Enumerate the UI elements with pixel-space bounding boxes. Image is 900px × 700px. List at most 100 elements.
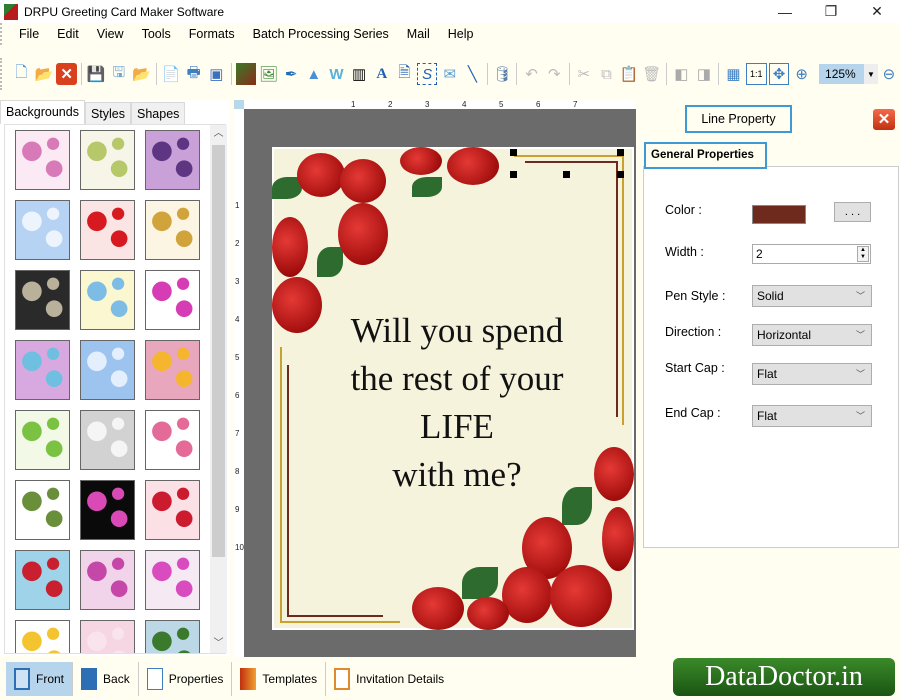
resize-handle[interactable] bbox=[510, 149, 517, 156]
background-thumbnail-white-heart[interactable] bbox=[80, 410, 135, 470]
cut-icon[interactable]: ✂ bbox=[573, 63, 594, 85]
background-thumbnail-dark-bokeh[interactable] bbox=[15, 270, 70, 330]
barcode-icon[interactable]: ▥ bbox=[349, 63, 370, 85]
thumbnail-scrollbar[interactable]: ︿ ﹀ bbox=[210, 125, 227, 653]
save-as-icon[interactable]: 🖫 bbox=[109, 63, 130, 85]
minimize-button[interactable]: — bbox=[762, 0, 808, 23]
menu-tools[interactable]: Tools bbox=[133, 23, 180, 45]
card-message[interactable]: Will you spend the rest of your LIFE wit… bbox=[272, 307, 642, 499]
menu-file[interactable]: File bbox=[10, 23, 48, 45]
close-icon[interactable]: ✕ bbox=[56, 63, 77, 85]
back-page-button[interactable]: Back bbox=[73, 662, 139, 696]
background-thumbnail-baby-pastel[interactable] bbox=[80, 130, 135, 190]
menu-mail[interactable]: Mail bbox=[398, 23, 439, 45]
zoom-dropdown-arrow[interactable]: ▼ bbox=[864, 64, 878, 84]
templates-button[interactable]: Templates bbox=[232, 662, 327, 696]
background-thumbnail-pink-bokeh[interactable] bbox=[80, 550, 135, 610]
tab-backgrounds[interactable]: Backgrounds bbox=[0, 100, 85, 124]
tab-styles[interactable]: Styles bbox=[84, 102, 132, 124]
zoom-out-icon[interactable]: ⊖ bbox=[879, 63, 900, 85]
resize-handle[interactable] bbox=[563, 171, 570, 178]
background-thumbnail-snowmen[interactable] bbox=[145, 620, 200, 653]
menu-formats[interactable]: Formats bbox=[180, 23, 244, 45]
background-thumbnail-plain-pink[interactable] bbox=[80, 620, 135, 653]
menu-edit[interactable]: Edit bbox=[48, 23, 88, 45]
background-icon[interactable] bbox=[235, 63, 257, 85]
direction-select[interactable]: Horizontal ﹀ bbox=[752, 324, 872, 346]
database-icon[interactable]: 🛢 bbox=[492, 63, 513, 85]
export-icon[interactable]: 📂 bbox=[131, 63, 152, 85]
background-thumbnail-green-trees[interactable] bbox=[15, 410, 70, 470]
color-picker-button[interactable]: . . . bbox=[834, 202, 871, 222]
paste-icon[interactable]: 📋 bbox=[619, 63, 640, 85]
zoom-level-select[interactable]: 125% bbox=[819, 64, 865, 84]
scroll-up-icon[interactable]: ︿ bbox=[210, 125, 227, 143]
print-preview-icon[interactable]: ▣ bbox=[206, 63, 227, 85]
properties-icon[interactable]: 📄 bbox=[161, 63, 182, 85]
background-thumbnail-cream-hearts[interactable] bbox=[80, 270, 135, 330]
tab-general-properties[interactable]: General Properties bbox=[644, 142, 767, 169]
selected-line[interactable] bbox=[525, 161, 618, 163]
properties-button[interactable]: Properties bbox=[139, 662, 233, 696]
menu-view[interactable]: View bbox=[88, 23, 133, 45]
word-art-icon[interactable]: 🗎 bbox=[394, 63, 415, 85]
save-icon[interactable]: 💾 bbox=[86, 63, 107, 85]
background-thumbnail-snowflakes[interactable] bbox=[80, 340, 135, 400]
background-thumbnail-strawberries[interactable] bbox=[80, 200, 135, 260]
signature-icon[interactable]: S bbox=[416, 63, 438, 85]
shapes-icon[interactable]: ▲ bbox=[304, 63, 325, 85]
restore-button[interactable]: ❐ bbox=[808, 0, 854, 23]
color-swatch[interactable] bbox=[752, 205, 806, 224]
redo-icon[interactable]: ↷ bbox=[544, 63, 565, 85]
width-stepper[interactable]: 2 ▲ ▼ bbox=[752, 244, 871, 264]
background-thumbnail-pink-lilies[interactable] bbox=[145, 550, 200, 610]
close-window-button[interactable]: ✕ bbox=[854, 0, 900, 23]
actual-size-icon[interactable]: 1:1 bbox=[745, 63, 767, 85]
copy-icon[interactable]: ⧉ bbox=[596, 63, 617, 85]
invitation-details-button[interactable]: Invitation Details bbox=[326, 662, 452, 696]
start-cap-select[interactable]: Flat ﹀ bbox=[752, 363, 872, 385]
line-icon[interactable]: ╲ bbox=[462, 63, 483, 85]
tab-shapes[interactable]: Shapes bbox=[131, 102, 186, 124]
grid-icon[interactable]: ▦ bbox=[723, 63, 744, 85]
close-properties-button[interactable]: ✕ bbox=[873, 109, 895, 130]
watermark-icon[interactable]: W bbox=[326, 63, 347, 85]
print-icon[interactable]: 🖶 bbox=[183, 63, 204, 85]
scrollbar-thumb[interactable] bbox=[212, 145, 225, 557]
menu-help[interactable]: Help bbox=[439, 23, 483, 45]
background-thumbnail-baby-pink[interactable] bbox=[15, 130, 70, 190]
background-thumbnail-hanging-ornaments[interactable] bbox=[15, 480, 70, 540]
background-thumbnail-clouds[interactable] bbox=[15, 200, 70, 260]
fit-icon[interactable]: ✥ bbox=[768, 63, 790, 85]
background-thumbnail-fireworks[interactable] bbox=[80, 480, 135, 540]
mail-icon[interactable]: ✉ bbox=[439, 63, 460, 85]
background-thumbnail-christmas[interactable] bbox=[15, 550, 70, 610]
front-page-button[interactable]: Front bbox=[6, 662, 74, 696]
resize-handle[interactable] bbox=[617, 149, 624, 156]
background-thumbnail-colorful-stars[interactable] bbox=[15, 620, 70, 653]
end-cap-select[interactable]: Flat ﹀ bbox=[752, 405, 872, 427]
background-thumbnail-flower-circles[interactable] bbox=[145, 340, 200, 400]
text-icon[interactable]: A bbox=[371, 63, 392, 85]
pen-icon[interactable]: ✒ bbox=[281, 63, 302, 85]
open-icon[interactable]: 📂 bbox=[34, 63, 55, 85]
background-thumbnail-red-hearts[interactable] bbox=[145, 480, 200, 540]
zoom-in-icon[interactable]: ⊕ bbox=[791, 63, 812, 85]
send-back-icon[interactable]: ◨ bbox=[694, 63, 715, 85]
background-thumbnail-kids-doodles[interactable] bbox=[145, 410, 200, 470]
new-icon[interactable]: 🗋 bbox=[11, 63, 32, 85]
resize-handle[interactable] bbox=[617, 171, 624, 178]
background-thumbnail-purple-floral[interactable] bbox=[145, 130, 200, 190]
background-thumbnail-pastel-flowers[interactable] bbox=[15, 340, 70, 400]
menu-batch-processing[interactable]: Batch Processing Series bbox=[244, 23, 398, 45]
image-icon[interactable]: 🖼 bbox=[258, 63, 279, 85]
scroll-down-icon[interactable]: ﹀ bbox=[210, 635, 227, 653]
greeting-card[interactable]: Will you spend the rest of your LIFE wit… bbox=[272, 147, 634, 630]
resize-handle[interactable] bbox=[510, 171, 517, 178]
delete-icon[interactable]: 🗑 bbox=[641, 63, 662, 85]
bring-front-icon[interactable]: ◧ bbox=[671, 63, 692, 85]
stepper-arrows-icon[interactable]: ▲ ▼ bbox=[857, 246, 869, 262]
undo-icon[interactable]: ↶ bbox=[521, 63, 542, 85]
background-thumbnail-autumn-leaves[interactable] bbox=[145, 200, 200, 260]
pen-style-select[interactable]: Solid ﹀ bbox=[752, 285, 872, 307]
